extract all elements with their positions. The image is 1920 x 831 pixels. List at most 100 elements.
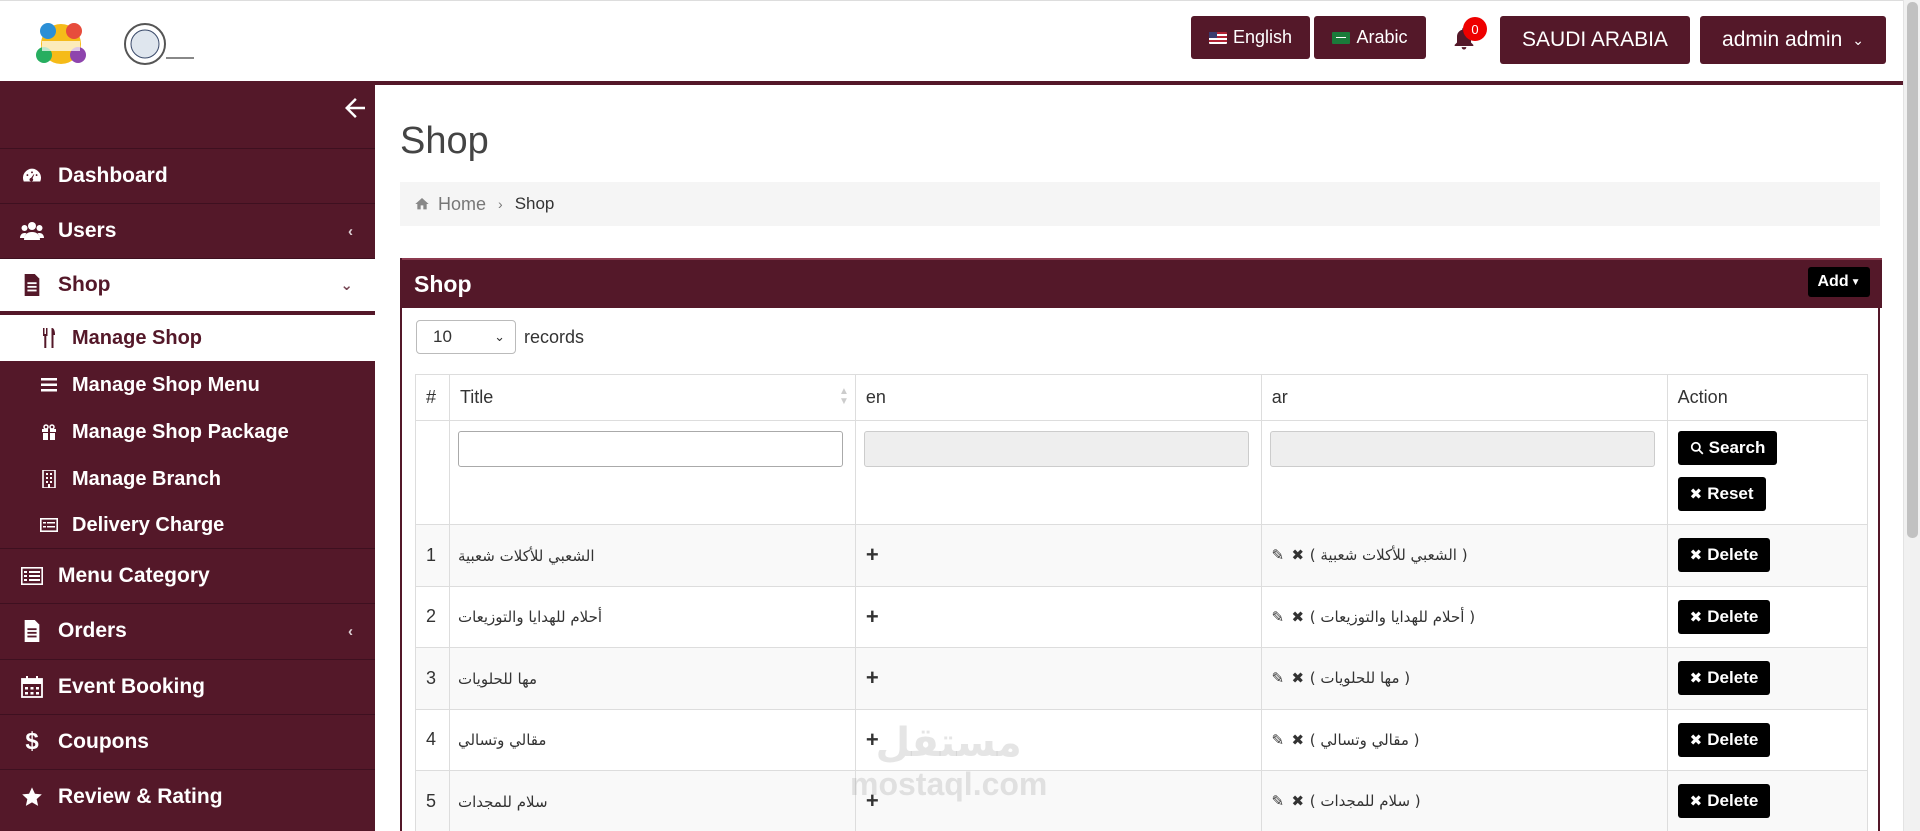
row-ar-value: ( أحلام للهدايا والتوزيعات ): [1309, 607, 1476, 626]
users-icon: [20, 219, 44, 243]
sidebar-sub-manage-shop-menu[interactable]: Manage Shop Menu: [0, 362, 375, 408]
language-english-button[interactable]: English: [1191, 16, 1310, 59]
bars-icon: [38, 374, 60, 396]
scrollbar-thumb[interactable]: [1907, 2, 1918, 538]
row-number: 1: [415, 524, 450, 587]
building-icon: [38, 468, 60, 490]
column-header-title[interactable]: Title ▲ ▼: [448, 374, 856, 421]
plus-icon[interactable]: +: [856, 604, 879, 629]
row-title: مقالي وتسالي: [457, 731, 547, 750]
row-ar-value: ( الشعبي للأكلات شعبية ): [1309, 546, 1468, 565]
close-icon: ✖: [1689, 793, 1703, 811]
partner-logo: [124, 23, 194, 65]
close-icon: ✖: [1689, 608, 1703, 626]
sidebar-sub-manage-branch[interactable]: Manage Branch: [0, 456, 375, 502]
sidebar-item-menu-category[interactable]: Menu Category: [0, 548, 375, 603]
table-row: 1 الشعبي للأكلات شعبية + ✎ ✖( الشعبي للأك…: [415, 524, 1869, 587]
gift-icon: [38, 421, 60, 443]
cutlery-icon: [38, 327, 60, 349]
close-icon: ✖: [1689, 731, 1703, 749]
edit-icon[interactable]: ✎: [1270, 732, 1286, 749]
country-button[interactable]: SAUDI ARABIA: [1500, 16, 1690, 64]
dollar-icon: $: [25, 728, 39, 755]
sidebar-item-users[interactable]: Users ‹: [0, 203, 375, 258]
star-icon: [20, 785, 44, 809]
sidebar-item-shop[interactable]: Shop ⌄: [0, 258, 375, 313]
records-label: records: [524, 326, 585, 347]
home-icon: [415, 198, 429, 210]
brand-logo[interactable]: [22, 9, 100, 79]
notification-badge: 0: [1463, 17, 1487, 41]
row-title: الشعبي للأكلات شعبية: [457, 546, 595, 565]
column-header-en: en: [854, 374, 1262, 421]
delete-button[interactable]: ✖ Delete: [1677, 784, 1771, 819]
sidebar-item-orders[interactable]: Orders ‹: [0, 603, 375, 658]
page-scrollbar[interactable]: [1903, 0, 1920, 831]
delete-button[interactable]: ✖ Delete: [1677, 538, 1771, 573]
close-icon: ✖: [1689, 547, 1703, 565]
delete-button[interactable]: ✖ Delete: [1677, 661, 1771, 696]
close-icon[interactable]: ✖: [1290, 609, 1306, 626]
caret-down-icon: ▼: [1850, 276, 1861, 288]
close-icon: ✖: [1689, 670, 1703, 688]
edit-icon[interactable]: ✎: [1270, 670, 1286, 687]
list-icon: [20, 564, 44, 588]
sidebar-item-event-booking[interactable]: Event Booking: [0, 659, 375, 714]
edit-icon[interactable]: ✎: [1270, 547, 1286, 564]
document-icon: [20, 619, 44, 643]
row-ar-value: ( مها للحلويات ): [1309, 669, 1411, 688]
edit-icon[interactable]: ✎: [1270, 609, 1286, 626]
edit-icon[interactable]: ✎: [1270, 793, 1286, 810]
breadcrumb-home[interactable]: Home: [438, 194, 486, 215]
breadcrumb-current: Shop: [514, 194, 555, 213]
row-number: 3: [415, 647, 450, 710]
chevron-down-icon: ⌄: [1852, 31, 1864, 48]
sidebar-sub-manage-shop[interactable]: Manage Shop: [0, 315, 375, 361]
ar-filter-input: [1269, 431, 1655, 467]
page-title: Shop: [400, 120, 489, 162]
table-row: 4 مقالي وتسالي + ✎ ✖( مقالي وتسالي ) ✖ Del…: [415, 708, 1869, 771]
plus-icon[interactable]: +: [856, 542, 879, 567]
add-button[interactable]: Add ▼: [1808, 267, 1870, 297]
delete-button[interactable]: ✖ Delete: [1677, 722, 1771, 757]
reset-button[interactable]: ✖ Reset: [1677, 477, 1766, 511]
dashboard-icon: [20, 164, 44, 188]
row-number: 5: [415, 770, 450, 831]
saudi-flag-icon: [1332, 31, 1351, 44]
title-filter-input[interactable]: [457, 431, 843, 467]
row-ar-value: ( مقالي وتسالي ): [1309, 730, 1420, 749]
calendar-icon: [20, 675, 44, 699]
top-header: English Arabic 0 SAUDI ARABIA admin admi…: [0, 0, 1903, 85]
search-icon: [1690, 441, 1704, 455]
sidebar-sub-manage-shop-package[interactable]: Manage Shop Package: [0, 409, 375, 455]
row-ar-value: ( سلام للمجدات ): [1309, 792, 1421, 811]
column-header-action: Action: [1666, 374, 1869, 421]
row-title: مها للحلويات: [457, 669, 538, 688]
close-icon[interactable]: ✖: [1290, 732, 1306, 749]
chevron-left-icon: ‹: [348, 222, 353, 240]
chevron-down-icon: ⌄: [494, 329, 505, 344]
table-row: 2 أحلام للهدايا والتوزيعات + ✎ ✖( أحلام ل…: [415, 585, 1869, 648]
filter-row: Search ✖ Reset: [415, 420, 1869, 525]
delete-button[interactable]: ✖ Delete: [1677, 599, 1771, 634]
records-per-page-select[interactable]: 10 ⌄: [416, 320, 516, 354]
close-icon[interactable]: ✖: [1290, 793, 1306, 810]
user-menu-button[interactable]: admin admin ⌄: [1700, 16, 1886, 64]
sidebar-item-coupons[interactable]: $ Coupons: [0, 714, 375, 769]
row-title: سلام للمجدات: [457, 792, 548, 811]
search-button[interactable]: Search: [1677, 431, 1778, 465]
chevron-down-icon: ⌄: [340, 277, 353, 294]
sidebar-item-review-rating[interactable]: Review & Rating: [0, 769, 375, 824]
shop-table: # Title ▲ ▼ en ar Action Search ✖ Reset …: [415, 374, 1869, 831]
sidebar-item-dashboard[interactable]: Dashboard: [0, 148, 375, 203]
plus-icon[interactable]: +: [856, 665, 879, 690]
en-filter-input: [863, 431, 1249, 467]
language-arabic-button[interactable]: Arabic: [1314, 16, 1426, 59]
table-row: 5 سلام للمجدات + ✎ ✖( سلام للمجدات ) ✖ Del…: [415, 770, 1869, 831]
arrow-left-icon[interactable]: [340, 93, 370, 123]
records-control: 10 ⌄ records: [416, 320, 584, 354]
close-icon[interactable]: ✖: [1290, 547, 1306, 564]
close-icon[interactable]: ✖: [1290, 670, 1306, 687]
sidebar-sub-delivery-charge[interactable]: Delivery Charge: [0, 502, 375, 548]
chevron-left-icon: ‹: [348, 622, 353, 640]
